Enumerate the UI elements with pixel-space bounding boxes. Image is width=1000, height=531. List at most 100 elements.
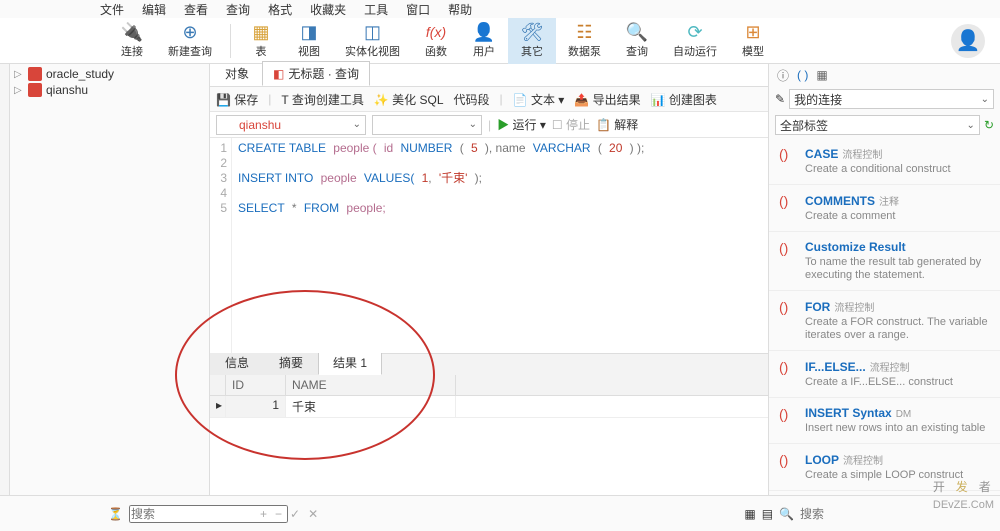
tags-selector[interactable]: 全部标签⌄ (775, 115, 980, 135)
col-id[interactable]: ID (226, 375, 286, 395)
text-button[interactable]: 📄 文本 ▾ (513, 91, 565, 108)
search-icon: 🔍 (625, 22, 649, 42)
schema-selector[interactable]: ⌄ (372, 115, 482, 135)
table-row[interactable]: ▸ 1 千束 (210, 396, 768, 418)
grid-view-icon[interactable]: ▦ (744, 507, 755, 521)
stop-button[interactable]: ☐ 停止 (552, 116, 590, 133)
database-icon (28, 83, 42, 97)
beautify-button[interactable]: ✨ 美化 SQL (374, 91, 444, 108)
rtab-info[interactable]: 信息 (210, 350, 264, 375)
tb-auto[interactable]: ⟳自动运行 (661, 18, 729, 64)
snip-comments[interactable]: ()COMMENTS注释Create a comment (769, 185, 1000, 232)
search-icon: 🔍 (779, 507, 794, 521)
snip-ifelse[interactable]: ()IF...ELSE...流程控制Create a IF...ELSE... … (769, 351, 1000, 398)
filter-icon[interactable]: ⏳ (108, 507, 123, 521)
result-search-input[interactable] (800, 507, 860, 521)
tab-untitled-query[interactable]: ◧无标题 · 查询 (262, 61, 370, 86)
explain-button[interactable]: 📋 解释 (596, 116, 638, 133)
snip-customize[interactable]: ()Customize ResultTo name the result tab… (769, 232, 1000, 291)
menu-fav[interactable]: 收藏夹 (310, 1, 346, 18)
db-selector[interactable]: qianshu⌄ (216, 115, 366, 135)
snippet-icon: () (779, 452, 797, 482)
add-icon[interactable]: + (260, 507, 267, 521)
export-button[interactable]: 📤 导出结果 (574, 91, 640, 108)
menu-view[interactable]: 查看 (184, 1, 208, 18)
tb-other[interactable]: 🛠其它 (508, 18, 556, 64)
run-button[interactable]: ▶ 运行 ▾ (497, 116, 546, 133)
tb-table[interactable]: ▦表 (237, 18, 285, 64)
snip-case[interactable]: ()CASE流程控制Create a conditional construct (769, 138, 1000, 185)
avatar[interactable]: 👤 (951, 24, 985, 58)
snippet-icon: () (779, 299, 797, 342)
tb-newquery[interactable]: ⊕新建查询 (156, 18, 224, 64)
menu-format[interactable]: 格式 (268, 1, 292, 18)
save-button[interactable]: 💾 保存 (216, 91, 258, 108)
tb-connect[interactable]: 🔌连接 (108, 18, 156, 64)
view-icon: ◨ (297, 22, 321, 42)
autorun-icon: ⟳ (683, 22, 707, 42)
info-icon[interactable]: ⓘ (777, 67, 789, 84)
snippets-list: ()CASE流程控制Create a conditional construct… (769, 138, 1000, 495)
watermark: 开 发 者 DEvZE.CoM (933, 462, 994, 511)
result-grid: ID NAME ▸ 1 千束 (210, 375, 768, 495)
grid-icon[interactable]: ▦ (816, 68, 827, 82)
myconn-selector[interactable]: 我的连接⌄ (789, 89, 994, 109)
menu-bar: 文件 编辑 查看 查询 格式 收藏夹 工具 窗口 帮助 (0, 0, 1000, 18)
sql-editor[interactable]: 12345 CREATE TABLE people ( id NUMBER ( … (210, 138, 768, 353)
tree-oracle-study[interactable]: ▷oracle_study (12, 66, 207, 82)
tab-objects[interactable]: 对象 (214, 61, 260, 86)
database-icon (221, 119, 233, 131)
activity-bar (0, 64, 10, 495)
refresh-icon[interactable]: ↻ (984, 118, 994, 132)
tb-func[interactable]: f(x)函数 (412, 18, 460, 64)
wand-icon: ✎ (775, 92, 785, 106)
rtab-summary[interactable]: 摘要 (264, 350, 318, 375)
expand-icon: ▷ (14, 85, 24, 96)
tb-view[interactable]: ◨视图 (285, 18, 333, 64)
snippet-icon: () (779, 406, 797, 435)
query-toolbar: 💾 保存 | T 查询创建工具 ✨ 美化 SQL 代码段 | 📄 文本 ▾ 📤 … (210, 86, 768, 112)
query-builder-button[interactable]: T 查询创建工具 (281, 91, 363, 108)
menu-tools[interactable]: 工具 (364, 1, 388, 18)
function-icon: f(x) (424, 22, 448, 42)
code-area[interactable]: CREATE TABLE people ( id NUMBER ( 5 ), n… (232, 138, 650, 353)
query-icon: ◧ (273, 67, 284, 81)
matview-icon: ◫ (361, 22, 385, 42)
chevron-down-icon: ⌄ (469, 119, 477, 130)
snippet-button[interactable]: 代码段 (454, 91, 490, 108)
chart-button[interactable]: 📊 创建图表 (651, 91, 717, 108)
right-panel: ⓘ ( ) ▦ ✎ 我的连接⌄ 全部标签⌄ ↻ ()CASE流程控制Create a c… (768, 64, 1000, 495)
play-icon: ▶ (497, 118, 509, 132)
menu-window[interactable]: 窗口 (406, 1, 430, 18)
rtab-result1[interactable]: 结果 1 (318, 350, 382, 375)
plug-icon: 🔌 (120, 22, 144, 42)
tb-matview[interactable]: ◫实体化视图 (333, 18, 412, 64)
editor-tabs: 对象 ◧无标题 · 查询 (210, 64, 768, 86)
model-icon: ⊞ (741, 22, 765, 42)
person-icon: 👤 (956, 28, 981, 53)
tb-user[interactable]: 👤用户 (460, 18, 508, 64)
snip-insert[interactable]: ()INSERT SyntaxDMInsert new rows into an… (769, 398, 1000, 444)
menu-help[interactable]: 帮助 (448, 1, 472, 18)
tb-query[interactable]: 🔍查询 (613, 18, 661, 64)
brackets-icon[interactable]: ( ) (797, 68, 808, 82)
form-view-icon[interactable]: ▤ (762, 507, 773, 521)
database-icon (28, 67, 42, 81)
status-bar: ⏳ +−✓✕ ▦▤🔍 (0, 495, 1000, 531)
tb-model[interactable]: ⊞模型 (729, 18, 777, 64)
row-marker-icon: ▸ (210, 396, 226, 417)
table-icon: ▦ (249, 22, 273, 42)
menu-file[interactable]: 文件 (100, 1, 124, 18)
menu-edit[interactable]: 编辑 (142, 1, 166, 18)
snip-for[interactable]: ()FOR流程控制Create a FOR construct. The var… (769, 291, 1000, 351)
tb-pump[interactable]: ☷数据泵 (556, 18, 613, 64)
tree-qianshu[interactable]: ▷qianshu (12, 82, 207, 98)
snippet-icon: () (779, 359, 797, 389)
col-name[interactable]: NAME (286, 375, 456, 395)
minus-icon[interactable]: − (275, 507, 282, 521)
newquery-icon: ⊕ (178, 22, 202, 42)
result-tabs: 信息 摘要 结果 1 (210, 353, 768, 375)
line-gutter: 12345 (210, 138, 232, 353)
expand-icon: ▷ (14, 69, 24, 80)
menu-query[interactable]: 查询 (226, 1, 250, 18)
